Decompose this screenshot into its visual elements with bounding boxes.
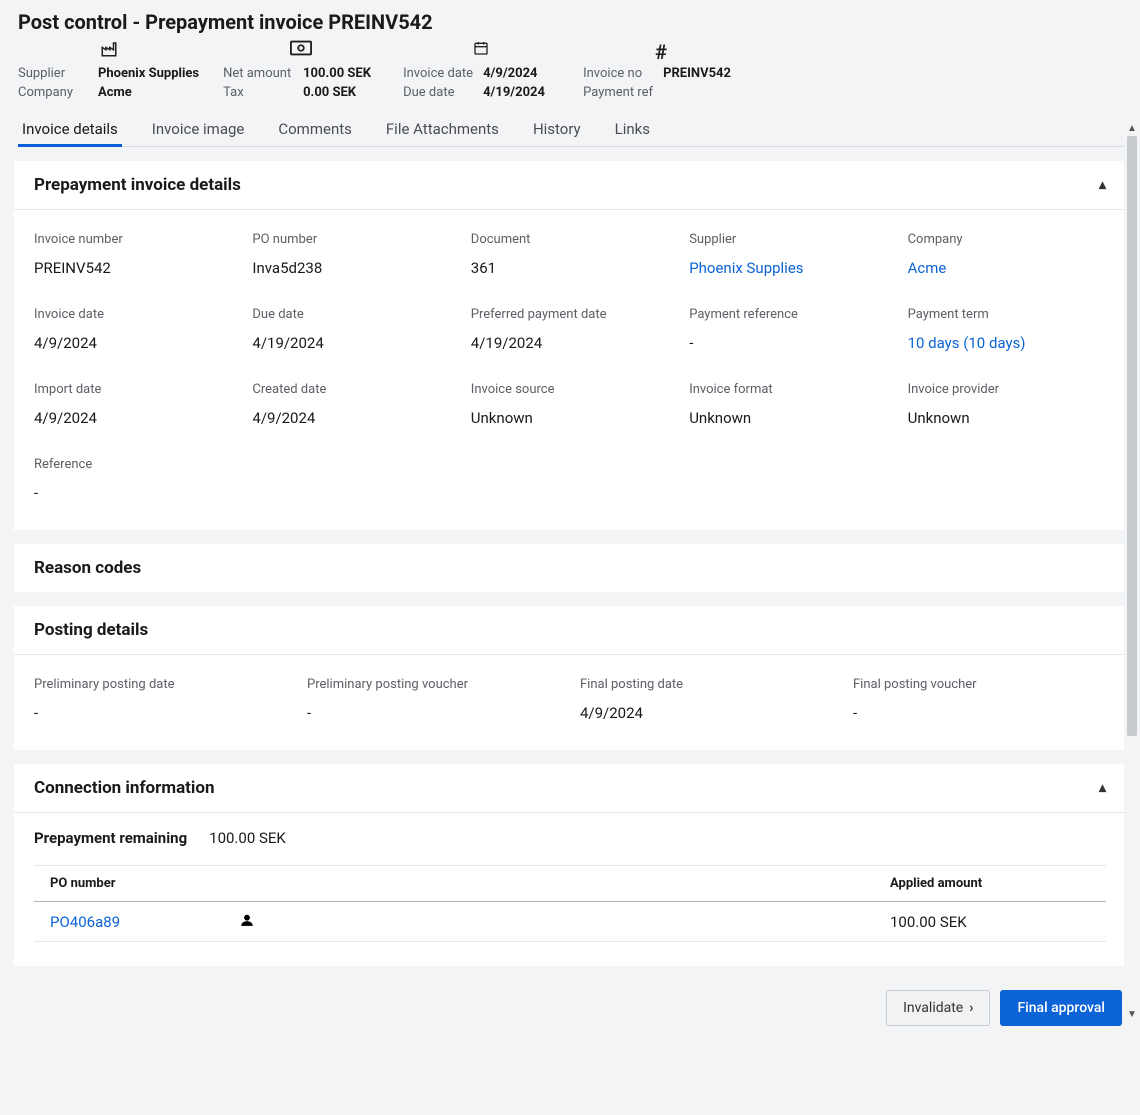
applied-amount-value: 100.00 SEK [890, 913, 1090, 931]
supplier-link[interactable]: Phoenix Supplies [689, 259, 887, 277]
footer-actions: Invalidate › Final approval [886, 990, 1122, 1026]
company-label: Company [18, 83, 88, 102]
scroll-thumb[interactable] [1127, 136, 1137, 736]
prepayment-remaining-value: 100.00 SEK [209, 829, 286, 847]
hash-icon: # [583, 40, 739, 62]
tab-links[interactable]: Links [611, 114, 654, 146]
summary-bar: Supplier Phoenix Supplies Company Acme N… [18, 40, 1126, 102]
applied-amount-header: Applied amount [890, 876, 1090, 891]
final-date-value: 4/9/2024 [580, 704, 833, 722]
invoice-provider-value: Unknown [908, 409, 1106, 427]
label: Due date [252, 307, 450, 322]
prepayment-details-title: Prepayment invoice details [34, 175, 241, 195]
reason-codes-title: Reason codes [34, 558, 141, 578]
payref-label: Payment ref [583, 83, 653, 102]
person-icon [240, 912, 254, 931]
label: Company [908, 232, 1106, 247]
reference-value: - [34, 484, 232, 502]
invalidate-button[interactable]: Invalidate › [886, 990, 990, 1026]
label: Invoice provider [908, 382, 1106, 397]
tab-bar: Invoice details Invoice image Comments F… [18, 114, 1126, 147]
supplier-label: Supplier [18, 64, 88, 83]
scroll-up-arrow-icon[interactable]: ▲ [1127, 122, 1137, 136]
calendar-icon [403, 40, 559, 62]
po-link[interactable]: PO406a89 [50, 912, 890, 931]
created-date-value: 4/9/2024 [252, 409, 450, 427]
label: Import date [34, 382, 232, 397]
invoice-date-value: 4/9/2024 [34, 334, 232, 352]
collapse-connection-icon[interactable]: ▴ [1099, 780, 1106, 796]
posting-details-card: Posting details Preliminary posting date… [14, 606, 1126, 750]
label: Final posting voucher [853, 677, 1106, 692]
po-number-text: PO406a89 [50, 913, 220, 931]
chevron-right-icon: › [969, 1000, 973, 1016]
tab-file-attachments[interactable]: File Attachments [382, 114, 503, 146]
label: Reference [34, 457, 232, 472]
connection-info-title: Connection information [34, 778, 215, 798]
invdate-value: 4/9/2024 [483, 64, 537, 83]
label: Document [471, 232, 669, 247]
tab-comments[interactable]: Comments [274, 114, 356, 146]
label: PO number [252, 232, 450, 247]
tab-invoice-image[interactable]: Invoice image [148, 114, 249, 146]
label: Preferred payment date [471, 307, 669, 322]
page-title: Post control - Prepayment invoice PREINV… [18, 10, 1126, 34]
prelim-voucher-value: - [307, 704, 560, 722]
invoice-source-value: Unknown [471, 409, 669, 427]
company-link[interactable]: Acme [908, 259, 1106, 277]
invoice-number-value: PREINV542 [34, 259, 232, 277]
supplier-value: Phoenix Supplies [98, 64, 199, 83]
final-voucher-value: - [853, 704, 1106, 722]
po-table: PO number Applied amount PO406a89 100.00… [34, 865, 1106, 942]
due-date-value: 4/19/2024 [252, 334, 450, 352]
label: Final posting date [580, 677, 833, 692]
pay-ref-value: - [689, 334, 887, 352]
tab-invoice-details[interactable]: Invoice details [18, 114, 122, 146]
table-row: PO406a89 100.00 SEK [34, 902, 1106, 942]
label: Invoice source [471, 382, 669, 397]
label: Invoice date [34, 307, 232, 322]
label: Preliminary posting voucher [307, 677, 560, 692]
po-number-header: PO number [50, 876, 890, 891]
prepayment-remaining-label: Prepayment remaining [34, 829, 187, 847]
label: Supplier [689, 232, 887, 247]
scrollbar[interactable]: ▲ ▼ [1124, 122, 1140, 1022]
tab-history[interactable]: History [529, 114, 585, 146]
duedate-label: Due date [403, 83, 473, 102]
final-approval-button[interactable]: Final approval [1000, 990, 1122, 1026]
document-value: 361 [471, 259, 669, 277]
label: Payment reference [689, 307, 887, 322]
invoice-format-value: Unknown [689, 409, 887, 427]
tax-value: 0.00 SEK [303, 83, 356, 102]
scroll-down-arrow-icon[interactable]: ▼ [1127, 1008, 1137, 1022]
invno-label: Invoice no [583, 64, 653, 83]
invno-value: PREINV542 [663, 64, 731, 83]
collapse-details-icon[interactable]: ▴ [1099, 177, 1106, 193]
company-value: Acme [98, 83, 132, 102]
prelim-date-value: - [34, 704, 287, 722]
label: Preliminary posting date [34, 677, 287, 692]
prepayment-details-card: Prepayment invoice details ▴ Invoice num… [14, 161, 1126, 530]
label: Payment term [908, 307, 1106, 322]
factory-icon [18, 40, 199, 62]
invalidate-label: Invalidate [903, 1000, 963, 1016]
label: Invoice number [34, 232, 232, 247]
invdate-label: Invoice date [403, 64, 473, 83]
po-number-value: Inva5d238 [252, 259, 450, 277]
money-icon [223, 40, 379, 62]
label: Invoice format [689, 382, 887, 397]
netamount-value: 100.00 SEK [303, 64, 371, 83]
duedate-value: 4/19/2024 [483, 83, 545, 102]
reason-codes-card: Reason codes [14, 544, 1126, 592]
netamount-label: Net amount [223, 64, 293, 83]
connection-info-card: Connection information ▴ Prepayment rema… [14, 764, 1126, 966]
pref-pay-value: 4/19/2024 [471, 334, 669, 352]
posting-details-title: Posting details [34, 620, 148, 640]
tax-label: Tax [223, 83, 293, 102]
payment-term-link[interactable]: 10 days (10 days) [908, 334, 1106, 352]
label: Created date [252, 382, 450, 397]
import-date-value: 4/9/2024 [34, 409, 232, 427]
